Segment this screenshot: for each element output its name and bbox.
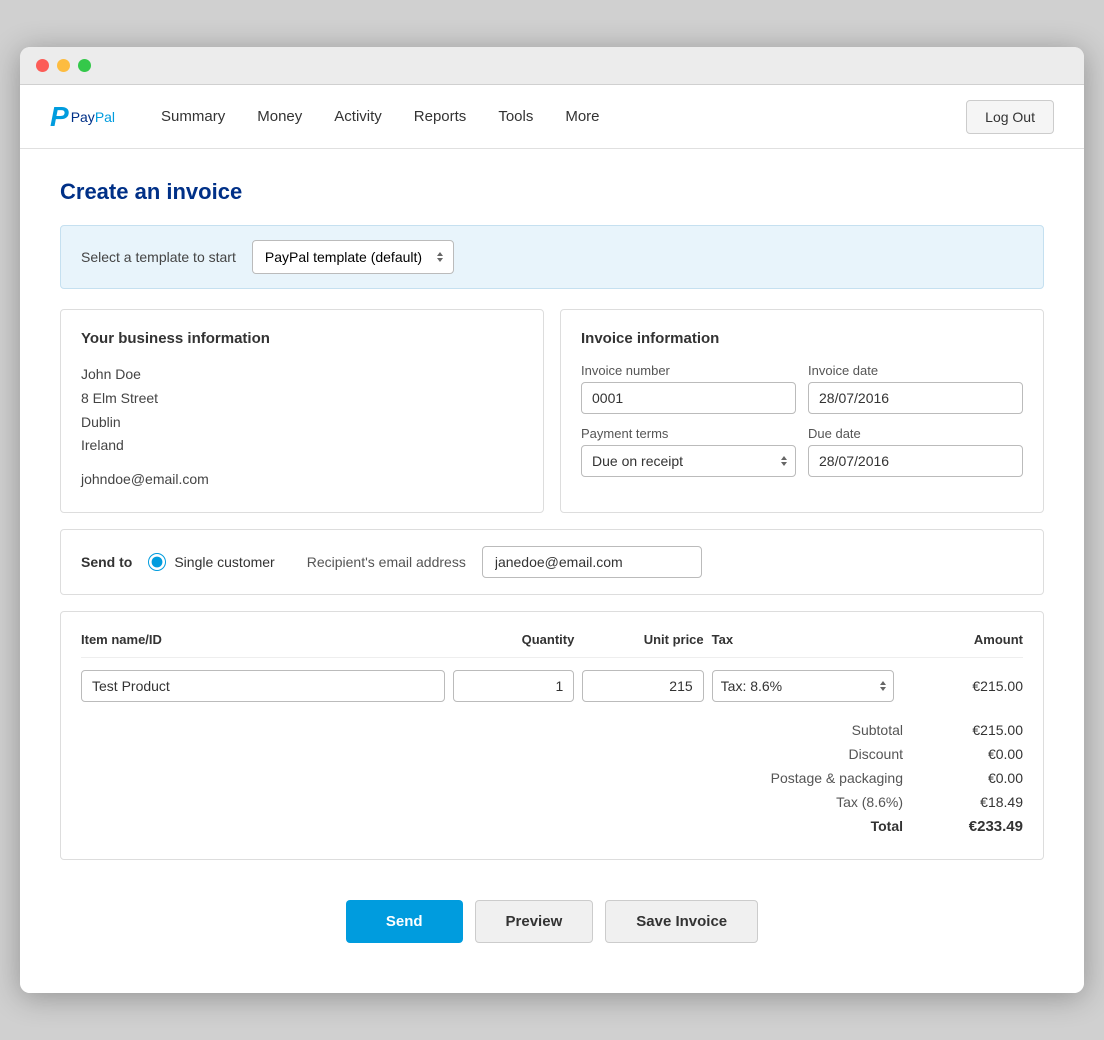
main-content: Create an invoice Select a template to s… <box>20 149 1084 993</box>
logo-text: PayPal <box>71 109 115 125</box>
minimize-dot <box>57 59 70 72</box>
navbar: P PayPal Summary Money Activity Reports … <box>20 85 1084 149</box>
item-name-input[interactable] <box>81 670 445 702</box>
due-date-label: Due date <box>808 426 1023 441</box>
payment-terms-group: Payment terms Due on receipt <box>581 426 796 477</box>
col-header-amount: Amount <box>902 632 1023 647</box>
single-customer-label: Single customer <box>174 554 274 570</box>
postage-value: €0.00 <box>943 770 1023 786</box>
info-section: Your business information John Doe 8 Elm… <box>60 309 1044 513</box>
invoice-fields: Invoice number Invoice date Payment term… <box>581 363 1023 477</box>
business-info-card: Your business information John Doe 8 Elm… <box>60 309 544 513</box>
invoice-date-group: Invoice date <box>808 363 1023 414</box>
nav-tools[interactable]: Tools <box>482 85 549 149</box>
invoice-info-card: Invoice information Invoice number Invoi… <box>560 309 1044 513</box>
due-date-group: Due date <box>808 426 1023 477</box>
grand-total-row: Total €233.49 <box>81 814 1023 839</box>
send-button[interactable]: Send <box>346 900 463 943</box>
subtotal-value: €215.00 <box>943 722 1023 738</box>
table-row: Tax: 8.6% €215.00 <box>81 670 1023 702</box>
logout-button[interactable]: Log Out <box>966 100 1054 134</box>
invoice-number-label: Invoice number <box>581 363 796 378</box>
payment-terms-label: Payment terms <box>581 426 796 441</box>
logo: P PayPal <box>50 101 115 133</box>
nav-activity[interactable]: Activity <box>318 85 398 149</box>
item-amount: €215.00 <box>902 678 1023 694</box>
col-header-qty: Quantity <box>453 632 574 647</box>
item-price-input[interactable] <box>582 670 703 702</box>
col-header-tax: Tax <box>712 632 894 647</box>
payment-terms-wrap: Due on receipt <box>581 445 796 477</box>
due-date-input[interactable] <box>808 445 1023 477</box>
invoice-number-group: Invoice number <box>581 363 796 414</box>
action-buttons: Send Preview Save Invoice <box>60 880 1044 953</box>
single-customer-radio-group: Single customer <box>148 553 274 571</box>
template-bar: Select a template to start PayPal templa… <box>60 225 1044 289</box>
col-header-name: Item name/ID <box>81 632 445 647</box>
recipient-email-label: Recipient's email address <box>307 554 466 570</box>
subtotal-label: Subtotal <box>743 722 903 738</box>
invoice-number-input[interactable] <box>581 382 796 414</box>
save-invoice-button[interactable]: Save Invoice <box>605 900 758 943</box>
preview-button[interactable]: Preview <box>475 900 594 943</box>
titlebar <box>20 47 1084 85</box>
items-header: Item name/ID Quantity Unit price Tax Amo… <box>81 632 1023 658</box>
postage-row: Postage & packaging €0.00 <box>81 766 1023 790</box>
tax-select[interactable]: Tax: 8.6% <box>712 670 894 702</box>
business-info-details: John Doe 8 Elm Street Dublin Ireland joh… <box>81 363 523 492</box>
logo-icon: P <box>50 101 69 133</box>
tax-value: €18.49 <box>943 794 1023 810</box>
discount-label: Discount <box>743 746 903 762</box>
item-qty-input[interactable] <box>453 670 574 702</box>
template-label: Select a template to start <box>81 249 236 265</box>
postage-label: Postage & packaging <box>743 770 903 786</box>
send-to-card: Send to Single customer Recipient's emai… <box>60 529 1044 595</box>
recipient-email-input[interactable] <box>482 546 702 578</box>
discount-row: Discount €0.00 <box>81 742 1023 766</box>
invoice-date-input[interactable] <box>808 382 1023 414</box>
discount-value: €0.00 <box>943 746 1023 762</box>
business-country: Ireland <box>81 434 523 458</box>
payment-terms-select[interactable]: Due on receipt <box>581 445 796 477</box>
send-to-label: Send to <box>81 554 132 570</box>
business-address1: 8 Elm Street <box>81 387 523 411</box>
nav-summary[interactable]: Summary <box>145 85 241 149</box>
nav-reports[interactable]: Reports <box>398 85 483 149</box>
template-select[interactable]: PayPal template (default) <box>252 240 454 274</box>
tax-row: Tax (8.6%) €18.49 <box>81 790 1023 814</box>
nav-money[interactable]: Money <box>241 85 318 149</box>
business-info-title: Your business information <box>81 330 523 347</box>
app-window: P PayPal Summary Money Activity Reports … <box>20 47 1084 993</box>
maximize-dot <box>78 59 91 72</box>
col-header-price: Unit price <box>582 632 703 647</box>
tax-select-wrap: Tax: 8.6% <box>712 670 894 702</box>
single-customer-radio[interactable] <box>148 553 166 571</box>
nav-links: Summary Money Activity Reports Tools Mor… <box>145 85 966 149</box>
close-dot <box>36 59 49 72</box>
invoice-info-title: Invoice information <box>581 330 1023 347</box>
items-card: Item name/ID Quantity Unit price Tax Amo… <box>60 611 1044 860</box>
business-email: johndoe@email.com <box>81 468 523 492</box>
tax-label: Tax (8.6%) <box>743 794 903 810</box>
total-label: Total <box>743 818 903 835</box>
subtotal-row: Subtotal €215.00 <box>81 718 1023 742</box>
invoice-date-label: Invoice date <box>808 363 1023 378</box>
business-name: John Doe <box>81 363 523 387</box>
totals-section: Subtotal €215.00 Discount €0.00 Postage … <box>81 718 1023 839</box>
total-value: €233.49 <box>943 818 1023 835</box>
business-city: Dublin <box>81 411 523 435</box>
nav-more[interactable]: More <box>549 85 615 149</box>
page-title: Create an invoice <box>60 179 1044 205</box>
